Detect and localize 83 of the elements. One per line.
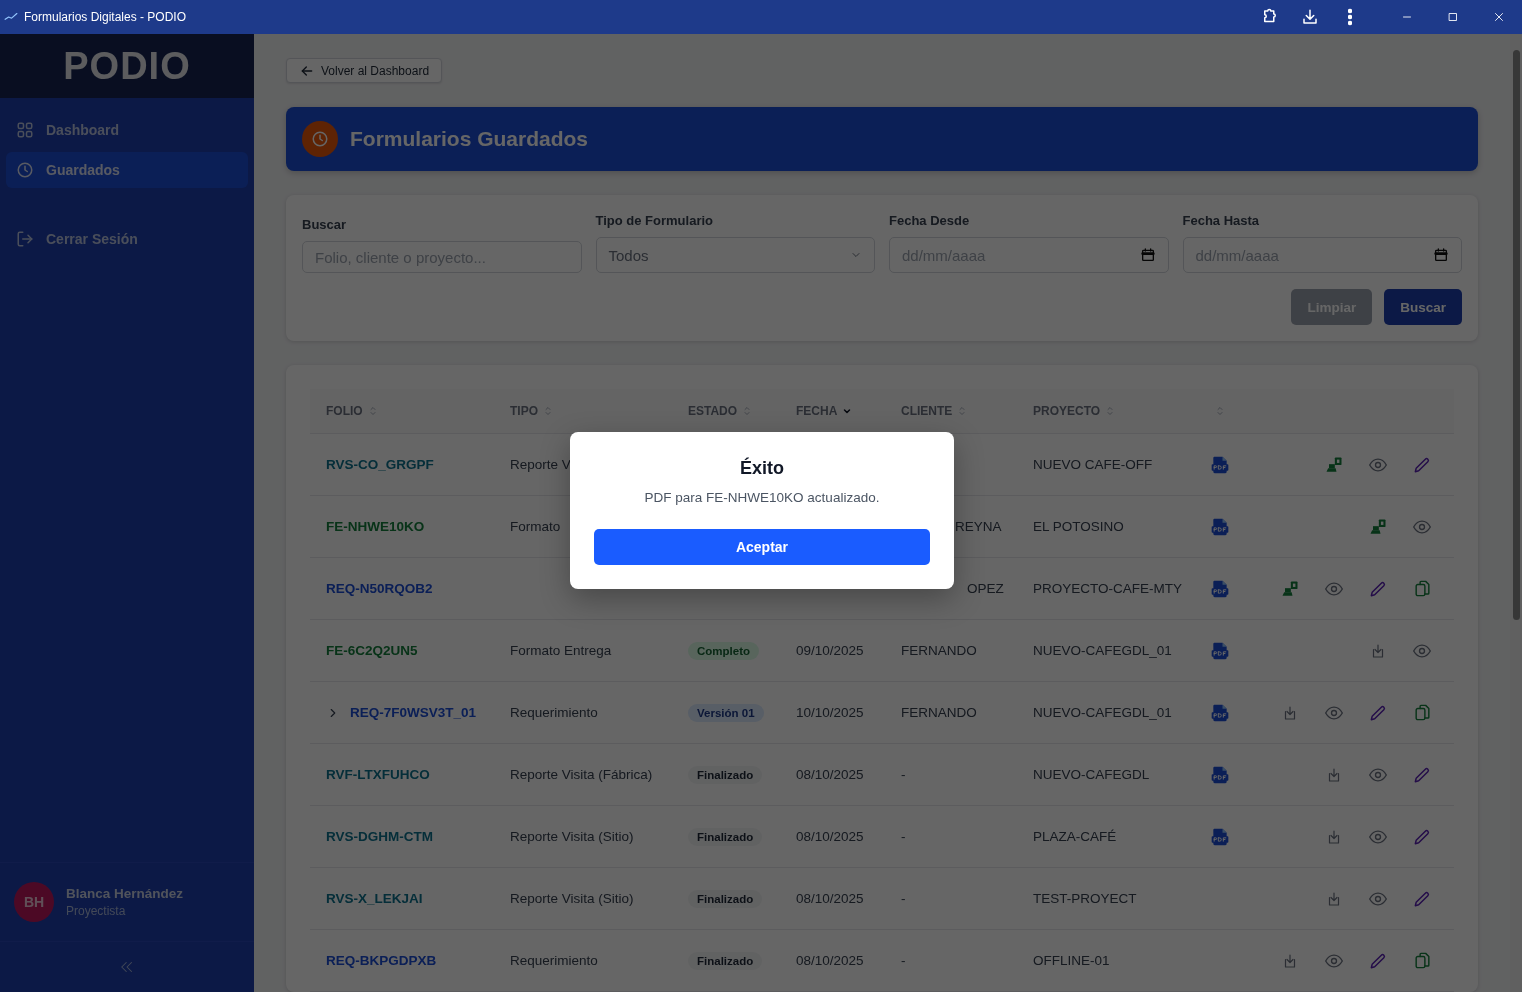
table-cell: Reporte Visita (Sitio)	[510, 891, 634, 906]
kebab-menu-icon	[1348, 8, 1352, 26]
folio-link[interactable]: FE-NHWE10KO	[326, 519, 425, 534]
status-badge: Finalizado	[688, 827, 763, 846]
back-button[interactable]: Volver al Dashboard	[286, 58, 443, 84]
table-cell: EL POTOSINO	[1033, 519, 1124, 534]
table-cell: 08/10/2025	[796, 953, 864, 968]
search-button[interactable]: Buscar	[1384, 289, 1462, 325]
clock-icon	[311, 130, 329, 149]
table-cell: NUEVO-CAFEGDL_01	[1033, 643, 1172, 658]
page-title: Formularios Guardados	[350, 127, 589, 152]
table-cell: 09/10/2025	[796, 643, 864, 658]
table-cell: 08/10/2025	[796, 767, 864, 782]
dialog-message: PDF para FE-NHWE10KO actualizado.	[644, 490, 880, 505]
field-label: Fecha Hasta	[1182, 213, 1261, 228]
calendar-icon	[1139, 247, 1156, 263]
table-cell: Reporte Visita (Fábrica)	[510, 767, 653, 782]
logout-icon	[16, 230, 34, 248]
table-cell: Requerimiento	[510, 705, 598, 720]
table-cell: Requerimiento	[510, 953, 598, 968]
column-header[interactable]: TIPO	[510, 404, 538, 418]
copy-icon	[1412, 951, 1432, 970]
table-cell: Reporte Visita (Sitio)	[510, 829, 634, 844]
table-cell: PLAZA-CAFÉ	[1033, 829, 1117, 844]
field-label: Tipo de Formulario	[595, 213, 714, 228]
user-avatar: BH	[14, 882, 54, 922]
maximize-icon	[1446, 10, 1460, 24]
status-badge: Finalizado	[688, 951, 763, 970]
sidebar-item[interactable]: Guardados	[6, 152, 248, 188]
table-cell: NUEVO-CAFEGDL_01	[1033, 705, 1172, 720]
status-badge: Finalizado	[688, 765, 763, 784]
table-cell: OPEZ	[967, 581, 1004, 596]
table-cell: FERNANDO	[901, 705, 977, 720]
table-cell: 10/10/2025	[796, 705, 864, 720]
user-name: Blanca Hernández	[66, 886, 184, 901]
column-header[interactable]: ESTADO	[688, 404, 738, 418]
status-badge: Completo	[688, 641, 760, 660]
folio-link[interactable]: REQ-7F0WSV3T_01	[350, 705, 477, 720]
column-header[interactable]: CLIENTE	[901, 404, 953, 418]
window-title: Formularios Digitales - PODIO	[24, 10, 187, 24]
folio-link[interactable]: FE-6C2Q2UN5	[326, 643, 418, 658]
field-label: Fecha Desde	[889, 213, 971, 228]
table-cell: -	[901, 891, 906, 906]
table-cell: REYNA	[955, 519, 1002, 534]
column-header[interactable]: FECHA	[796, 404, 838, 418]
status-badge: Finalizado	[688, 889, 763, 908]
accept-button[interactable]: Aceptar	[594, 529, 930, 565]
sidebar-item[interactable]: Dashboard	[6, 112, 248, 148]
column-header[interactable]: FOLIO	[326, 404, 363, 418]
table-cell: OFFLINE-01	[1033, 953, 1110, 968]
table-cell: -	[901, 953, 906, 968]
copy-icon	[1412, 579, 1432, 598]
table-cell: PROYECTO-CAFE-MTY	[1033, 581, 1182, 596]
table-cell: TEST-PROYECT	[1033, 891, 1137, 906]
download-icon	[1301, 8, 1319, 26]
logout-link[interactable]: Cerrar Sesión	[6, 221, 248, 257]
clock-icon	[16, 161, 34, 179]
table-cell: NUEVO CAFE-OFF	[1033, 457, 1153, 472]
close-icon	[1492, 10, 1506, 24]
table-cell: -	[901, 829, 906, 844]
table-cell: Formato	[510, 519, 561, 534]
column-header[interactable]: PROYECTO	[1033, 404, 1101, 418]
folio-link[interactable]: RVS-CO_GRGPF	[326, 457, 434, 472]
field-label: Buscar	[302, 217, 348, 232]
type-dropdown[interactable]: Todos	[595, 237, 875, 273]
folio-link[interactable]: REQ-N50RQOB2	[326, 581, 433, 596]
table-cell: 08/10/2025	[796, 829, 864, 844]
table-cell: FERNANDO	[901, 643, 977, 658]
folio-link[interactable]: RVS-DGHM-CTM	[326, 829, 433, 844]
folio-link[interactable]: RVS-X_LEKJAI	[326, 891, 423, 906]
copy-icon	[1412, 703, 1432, 722]
table-cell: Reporte V	[510, 457, 571, 472]
table-cell: NUEVO-CAFEGDL	[1033, 767, 1150, 782]
folio-link[interactable]: RVF-LTXFUHCO	[326, 767, 430, 782]
table-cell: -	[901, 767, 906, 782]
folio-link[interactable]: REQ-BKPGDPXB	[326, 953, 437, 968]
table-cell: Formato Entrega	[510, 643, 612, 658]
grid-icon	[16, 121, 34, 139]
calendar-icon	[1433, 247, 1449, 263]
table-cell: 08/10/2025	[796, 891, 864, 906]
logo: PODIO	[63, 44, 191, 88]
dialog-title: Éxito	[740, 458, 784, 479]
status-badge: Versión 01	[688, 703, 764, 722]
